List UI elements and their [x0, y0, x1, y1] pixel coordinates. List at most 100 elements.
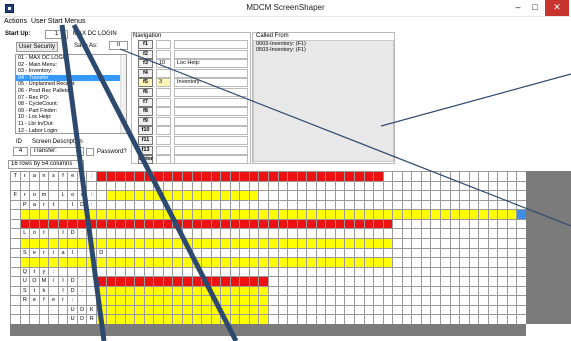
- nav-key-f5[interactable]: f5: [138, 78, 153, 88]
- grid-cell[interactable]: [307, 229, 317, 239]
- grid-cell[interactable]: [326, 286, 336, 297]
- grid-cell[interactable]: [106, 248, 117, 259]
- grid-cell[interactable]: [517, 315, 526, 324]
- grid-cell[interactable]: [11, 277, 21, 287]
- grid-cell[interactable]: [77, 296, 88, 306]
- grid-cell[interactable]: f: [39, 296, 50, 306]
- grid-cell[interactable]: [125, 172, 136, 182]
- grid-cell[interactable]: [450, 296, 461, 306]
- grid-cell[interactable]: [288, 229, 298, 239]
- grid-cell[interactable]: S: [20, 286, 31, 297]
- grid-cell[interactable]: [278, 277, 289, 287]
- grid-cell[interactable]: [412, 277, 422, 287]
- grid-cell[interactable]: [364, 267, 375, 278]
- grid-cell[interactable]: [173, 229, 183, 239]
- grid-cell[interactable]: [154, 181, 164, 192]
- grid-cell[interactable]: [221, 238, 231, 249]
- grid-cell[interactable]: [173, 286, 183, 297]
- grid-cell[interactable]: [278, 296, 289, 306]
- grid-cell[interactable]: L: [58, 191, 69, 201]
- grid-cell[interactable]: [259, 191, 269, 201]
- grid-cell[interactable]: [498, 258, 508, 268]
- grid-cell[interactable]: [374, 248, 384, 259]
- grid-cell[interactable]: [135, 191, 145, 201]
- grid-cell[interactable]: [517, 258, 526, 268]
- grid-cell[interactable]: [297, 248, 308, 259]
- grid-cell[interactable]: M: [39, 277, 50, 287]
- grid-cell[interactable]: [202, 229, 212, 239]
- grid-cell[interactable]: [393, 172, 403, 182]
- grid-cell[interactable]: [240, 315, 250, 324]
- close-button[interactable]: ✕: [545, 0, 569, 16]
- grid-cell[interactable]: [479, 181, 489, 192]
- grid-cell[interactable]: [11, 286, 21, 297]
- grid-cell[interactable]: [11, 296, 21, 306]
- grid-cell[interactable]: i: [49, 248, 59, 259]
- grid-cell[interactable]: [355, 172, 365, 182]
- grid-cell[interactable]: [183, 296, 193, 306]
- grid-cell[interactable]: [364, 219, 375, 230]
- grid-cell[interactable]: [288, 172, 298, 182]
- grid-cell[interactable]: [479, 267, 489, 278]
- grid-cell[interactable]: [269, 248, 279, 259]
- grid-cell[interactable]: [106, 229, 117, 239]
- grid-cell[interactable]: [393, 238, 403, 249]
- grid-cell[interactable]: [383, 229, 394, 239]
- grid-cell[interactable]: [335, 191, 346, 201]
- grid-cell[interactable]: [307, 210, 317, 220]
- grid-cell[interactable]: [30, 181, 40, 192]
- grid-cell[interactable]: [488, 229, 499, 239]
- grid-cell[interactable]: [240, 277, 250, 287]
- grid-cell[interactable]: [507, 210, 518, 220]
- grid-cell[interactable]: D: [77, 305, 88, 316]
- grid-cell[interactable]: [58, 258, 69, 268]
- grid-cell[interactable]: [288, 219, 298, 230]
- grid-cell[interactable]: [335, 248, 346, 259]
- grid-cell[interactable]: [412, 238, 422, 249]
- grid-cell[interactable]: [307, 258, 317, 268]
- grid-cell[interactable]: [345, 238, 355, 249]
- grid-cell[interactable]: [298, 315, 308, 324]
- grid-cell[interactable]: [77, 219, 88, 230]
- grid-cell[interactable]: [450, 210, 461, 220]
- grid-cell[interactable]: [259, 200, 269, 211]
- grid-cell[interactable]: [517, 182, 526, 192]
- grid-cell[interactable]: [316, 229, 327, 239]
- grid-cell[interactable]: [460, 200, 470, 211]
- grid-cell[interactable]: [441, 315, 451, 324]
- nav-key-f7[interactable]: f7: [138, 97, 153, 107]
- nav-target-number[interactable]: [156, 155, 171, 165]
- grid-cell[interactable]: [421, 210, 432, 220]
- grid-cell[interactable]: [144, 315, 155, 324]
- grid-cell[interactable]: [269, 277, 279, 287]
- grid-cell[interactable]: l: [68, 248, 78, 259]
- grid-cell[interactable]: [259, 248, 269, 259]
- grid-cell[interactable]: [240, 200, 250, 211]
- grid-cell[interactable]: [364, 248, 375, 259]
- grid-cell[interactable]: I: [58, 286, 69, 297]
- nav-target-number[interactable]: [156, 136, 171, 145]
- grid-cell[interactable]: [345, 258, 355, 268]
- grid-cell[interactable]: [335, 277, 346, 287]
- grid-cell[interactable]: [202, 267, 212, 278]
- grid-cell[interactable]: [460, 229, 470, 239]
- grid-cell[interactable]: [269, 267, 279, 278]
- grid-cell[interactable]: [202, 277, 212, 287]
- grid-cell[interactable]: [221, 219, 231, 230]
- grid-cell[interactable]: [288, 305, 298, 316]
- grid-cell[interactable]: [211, 219, 222, 230]
- grid-cell[interactable]: [211, 200, 222, 211]
- grid-cell[interactable]: [412, 172, 422, 182]
- grid-cell[interactable]: [116, 200, 126, 211]
- grid-cell[interactable]: D: [97, 248, 107, 259]
- grid-cell[interactable]: [144, 219, 155, 230]
- grid-cell[interactable]: [278, 248, 289, 259]
- grid-cell[interactable]: :: [87, 191, 97, 201]
- grid-cell[interactable]: [507, 258, 518, 268]
- grid-cell[interactable]: [421, 248, 432, 259]
- grid-cell[interactable]: [11, 267, 21, 278]
- grid-cell[interactable]: [517, 249, 526, 259]
- grid-cell[interactable]: [259, 181, 269, 192]
- grid-cell[interactable]: [269, 296, 279, 306]
- grid-cell[interactable]: [249, 219, 260, 230]
